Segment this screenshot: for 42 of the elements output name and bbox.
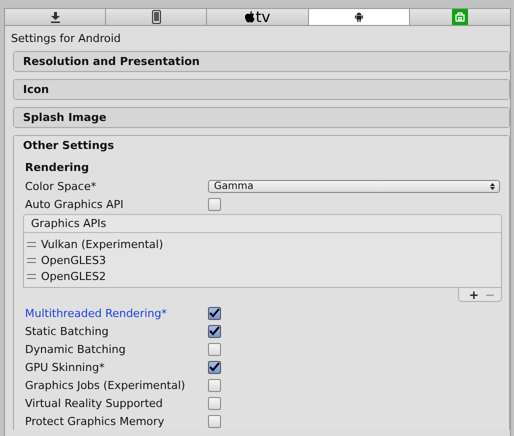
checkbox[interactable] (208, 342, 221, 356)
section-header[interactable]: Icon (14, 80, 509, 99)
drag-handle-icon[interactable] (27, 274, 36, 278)
checkbox[interactable] (208, 414, 221, 428)
platform-tab[interactable] (308, 9, 409, 25)
phone-icon (152, 10, 161, 24)
section-header[interactable]: Resolution and Presentation (14, 52, 509, 71)
option-label: Graphics Jobs (Experimental) (25, 378, 186, 392)
api-list-item[interactable]: Vulkan (Experimental) (41, 238, 164, 250)
checkbox[interactable] (208, 198, 221, 210)
platform-tab[interactable] (105, 9, 206, 25)
color-space-dropdown[interactable]: Gamma (208, 180, 500, 192)
apple-icon (244, 11, 255, 23)
option-label: Dynamic Batching (25, 342, 127, 356)
stepper-arrows-icon (490, 182, 495, 190)
drag-handle-icon[interactable] (27, 258, 36, 262)
checkbox[interactable] (208, 306, 221, 320)
list-header: Graphics APIs (23, 214, 502, 233)
tv-label: tv (256, 10, 270, 24)
store-icon (452, 9, 468, 25)
checkbox[interactable] (208, 396, 221, 410)
section-header[interactable]: Splash Image (14, 108, 509, 127)
color-space-label: Color Space* (25, 180, 98, 192)
drag-handle-icon[interactable] (27, 242, 36, 246)
platform-tab[interactable] (5, 9, 106, 25)
option-label: Protect Graphics Memory (25, 414, 166, 428)
api-list-item[interactable]: OpenGLES3 (41, 254, 106, 266)
checkbox[interactable] (208, 324, 221, 338)
add-button[interactable]: + (468, 288, 479, 301)
checkbox[interactable] (208, 378, 221, 392)
auto-graphics-api-label: Auto Graphics API (25, 198, 125, 210)
android-icon (354, 12, 363, 22)
api-list-item[interactable]: OpenGLES2 (41, 270, 106, 282)
option-label: Virtual Reality Supported (25, 396, 164, 410)
rendering-heading: Rendering (25, 160, 90, 176)
checkbox[interactable] (208, 360, 221, 374)
option-label: Multithreaded Rendering* (25, 306, 168, 320)
platform-tab[interactable]: tv (206, 9, 308, 25)
option-label: Static Batching (25, 324, 110, 338)
download-icon (50, 12, 60, 22)
option-label: GPU Skinning* (25, 360, 106, 374)
settings-title: Settings for Android (10, 31, 122, 47)
